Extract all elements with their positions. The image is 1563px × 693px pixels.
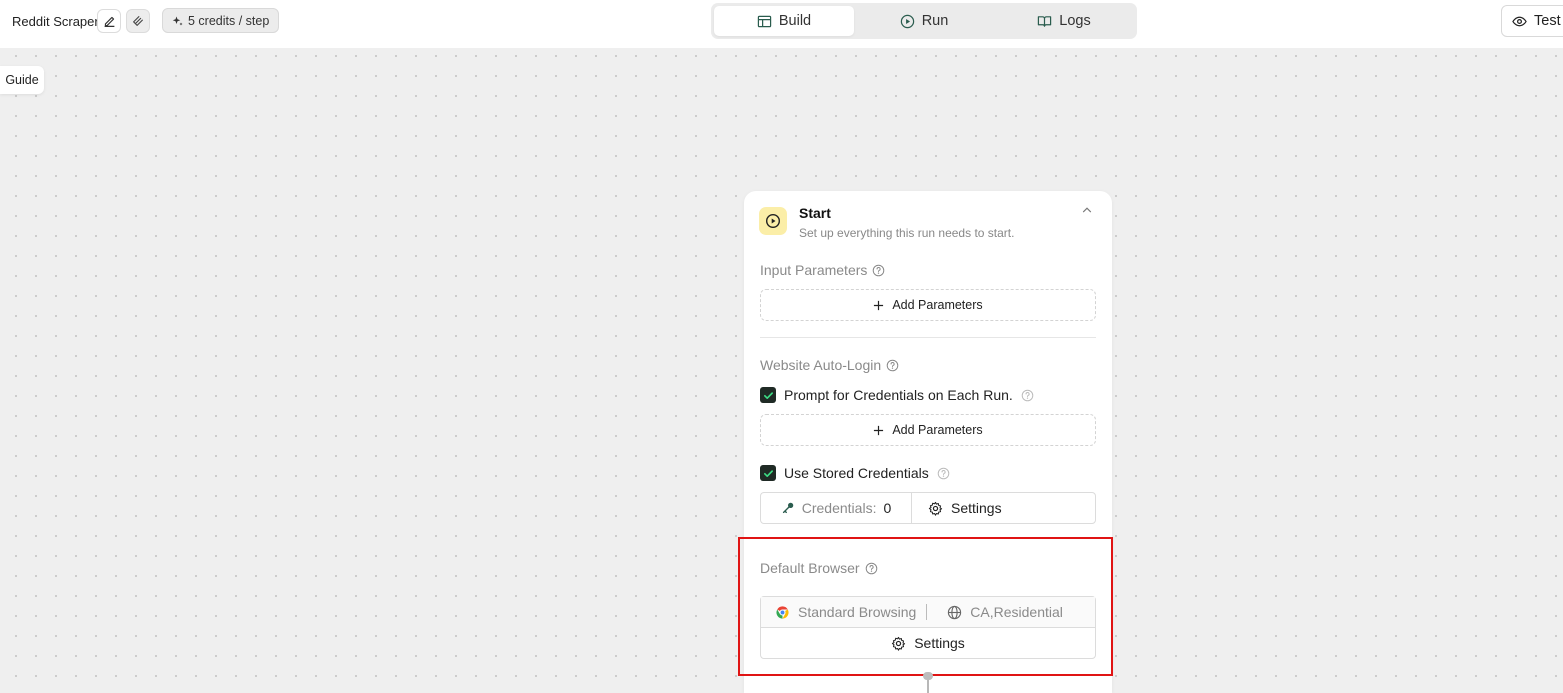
use-stored-credentials-row: Use Stored Credentials (760, 465, 950, 481)
tab-logs[interactable]: Logs (994, 6, 1134, 36)
layers-icon (133, 16, 143, 26)
prompt-credentials-label: Prompt for Credentials on Each Run. (784, 387, 1013, 403)
play-circle-icon (900, 14, 914, 28)
tab-logs-label: Logs (1059, 13, 1091, 29)
plus-icon (874, 300, 884, 310)
plus-icon (874, 425, 884, 435)
default-browser-label: Default Browser (760, 560, 860, 576)
use-stored-credentials-checkbox[interactable] (760, 465, 776, 481)
add-input-parameters-button[interactable]: Add Parameters (760, 289, 1096, 321)
test-label: Test (1534, 13, 1561, 29)
help-icon[interactable] (872, 264, 885, 277)
browser-mode: Standard Browsing (761, 604, 916, 620)
help-icon[interactable] (886, 359, 899, 372)
proxy-location: CA,Residential (947, 604, 1063, 620)
pencil-icon (104, 16, 114, 27)
help-icon[interactable] (1021, 389, 1034, 402)
use-stored-credentials-label: Use Stored Credentials (784, 465, 929, 481)
auto-login-label: Website Auto-Login (760, 357, 882, 373)
gear-icon (892, 636, 906, 651)
book-icon (1038, 15, 1052, 27)
chrome-icon (776, 605, 789, 619)
add-login-parameters-button[interactable]: Add Parameters (760, 414, 1096, 446)
gear-icon (928, 501, 943, 516)
tab-build-label: Build (778, 13, 812, 29)
view-tabs: Build Run Logs (711, 3, 1137, 39)
vertical-separator (926, 604, 928, 620)
tab-run[interactable]: Run (854, 6, 994, 36)
prompt-credentials-row: Prompt for Credentials on Each Run. (760, 387, 1034, 403)
top-bar: Reddit Scraper 5 credits / step Build Ru… (0, 0, 1563, 48)
play-circle-icon (765, 213, 781, 229)
key-icon (782, 502, 793, 514)
credentials-settings-button[interactable]: Settings (912, 493, 1095, 523)
table-icon (757, 15, 772, 27)
browser-mode-label: Standard Browsing (798, 604, 917, 620)
proxy-label: CA,Residential (970, 604, 1063, 620)
check-icon (763, 391, 773, 399)
tab-run-label: Run (921, 13, 949, 29)
credentials-settings-label: Settings (951, 500, 1002, 516)
check-icon (763, 469, 773, 477)
help-icon[interactable] (937, 467, 950, 480)
start-node-subtitle: Set up everything this run needs to star… (799, 226, 1015, 240)
browser-settings-label: Settings (914, 635, 965, 651)
chevron-up-icon[interactable] (1080, 203, 1094, 217)
start-node-card: Start Set up everything this run needs t… (744, 191, 1112, 693)
credentials-count-display[interactable]: Credentials: 0 (761, 493, 912, 523)
credits-label: 5 credits / step (188, 13, 270, 28)
credentials-label: Credentials: (801, 500, 877, 516)
start-node-icon (759, 207, 787, 235)
input-parameters-heading: Input Parameters (760, 262, 885, 278)
credentials-row: Credentials: 0 Settings (760, 492, 1096, 524)
eye-icon (1512, 16, 1527, 26)
auto-login-heading: Website Auto-Login (760, 357, 899, 373)
add-parameters-label: Add Parameters (892, 298, 983, 312)
start-node-title: Start (799, 205, 831, 221)
sparkle-icon (172, 16, 183, 25)
credentials-count: 0 (883, 500, 892, 516)
test-button[interactable]: Test (1501, 5, 1563, 37)
globe-icon (948, 605, 962, 619)
browser-settings-button[interactable]: Settings (761, 628, 1095, 658)
prompt-credentials-checkbox[interactable] (760, 387, 776, 403)
default-browser-box: Standard Browsing CA,Residential Setting… (760, 596, 1096, 659)
input-parameters-label: Input Parameters (760, 262, 868, 278)
help-icon[interactable] (865, 562, 878, 575)
tab-build[interactable]: Build (714, 6, 854, 36)
browser-summary: Standard Browsing CA,Residential (761, 597, 1095, 628)
section-divider (760, 337, 1096, 338)
guide-button[interactable]: Guide (0, 66, 44, 94)
app-title: Reddit Scraper (12, 14, 99, 29)
edit-name-button[interactable] (97, 9, 121, 33)
credits-badge[interactable]: 5 credits / step (162, 8, 280, 33)
settings-toggle-button[interactable] (126, 9, 150, 33)
default-browser-heading: Default Browser (760, 560, 878, 576)
add-parameters-label: Add Parameters (892, 423, 983, 437)
connector-handle[interactable] (923, 672, 933, 680)
